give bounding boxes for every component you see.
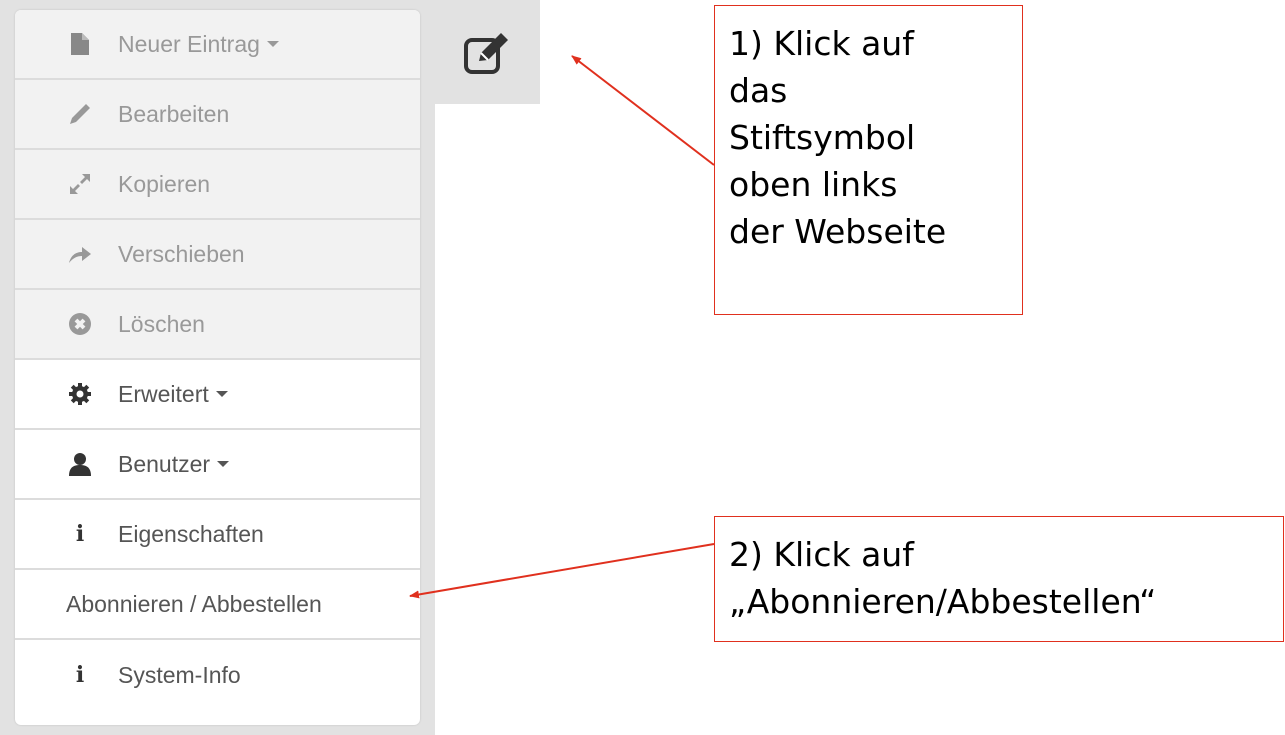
annotation-arrows xyxy=(409,55,715,599)
arrow-to-edit-button xyxy=(571,55,715,166)
arrow-to-abonnieren xyxy=(409,543,715,599)
